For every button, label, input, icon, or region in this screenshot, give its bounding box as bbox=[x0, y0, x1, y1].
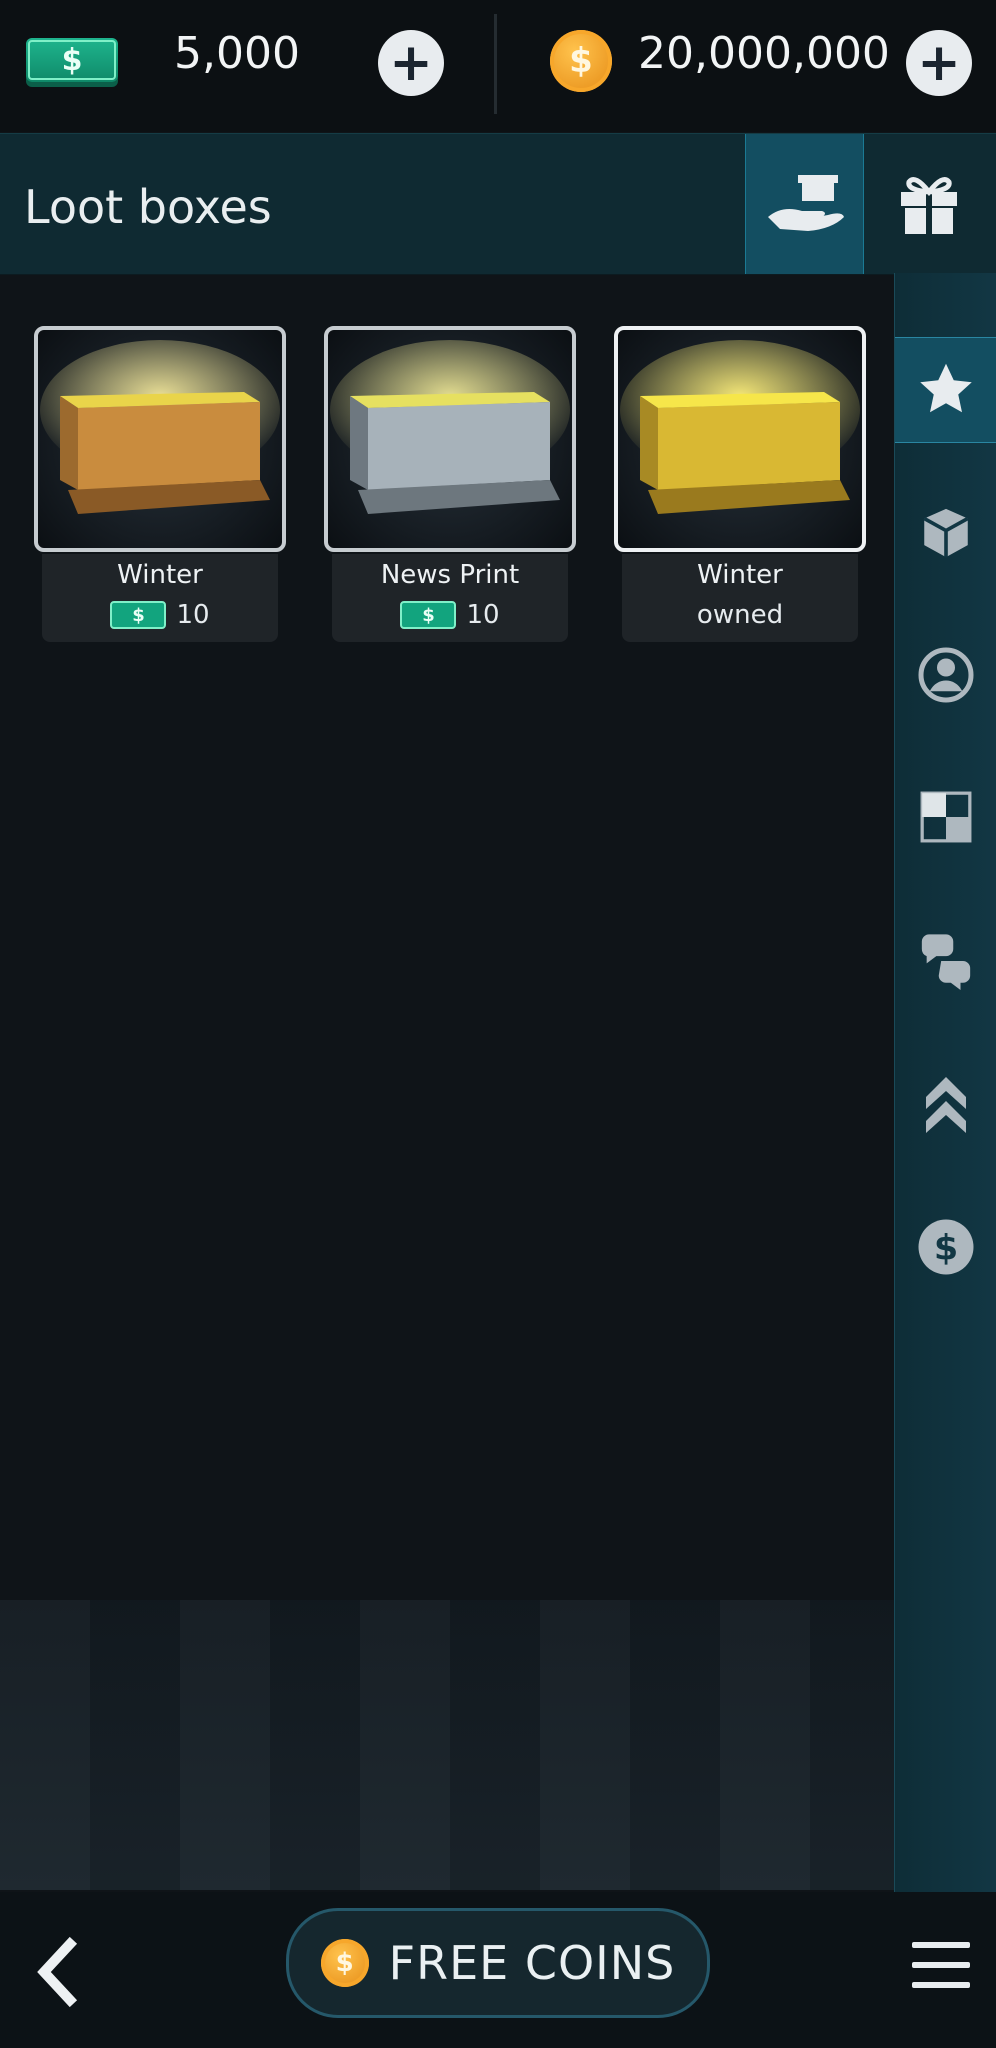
star-icon bbox=[920, 363, 972, 413]
rank-icon bbox=[926, 1077, 966, 1133]
svg-text:$: $ bbox=[934, 1229, 958, 1269]
cash-icon: $ bbox=[110, 601, 167, 629]
cash-icon: $ bbox=[26, 38, 118, 82]
lootbox-card[interactable]: Winter owned bbox=[614, 326, 866, 642]
rail-item-rank[interactable] bbox=[895, 1053, 996, 1157]
free-coins-button[interactable]: $ FREE COINS bbox=[286, 1908, 710, 2018]
add-coins-button[interactable]: + bbox=[906, 30, 972, 96]
cash-amount: 5,000 bbox=[174, 28, 300, 79]
title-bar: Loot boxes bbox=[0, 133, 996, 275]
lootbox-image bbox=[324, 326, 576, 552]
lootbox-card[interactable]: News Print $ 10 bbox=[324, 326, 576, 642]
cash-icon: $ bbox=[400, 601, 457, 629]
profile-icon bbox=[918, 647, 974, 703]
give-box-button[interactable] bbox=[745, 134, 864, 274]
menu-button[interactable] bbox=[912, 1942, 970, 1988]
lootbox-image bbox=[614, 326, 866, 552]
divider bbox=[494, 14, 497, 114]
rail-item-profile[interactable] bbox=[895, 623, 996, 727]
box-icon bbox=[923, 508, 969, 558]
currency-bar: $ 5,000 + $ 20,000,000 + bbox=[0, 0, 996, 132]
coin-icon: $ bbox=[320, 1939, 369, 1987]
hamburger-icon bbox=[912, 1942, 970, 1948]
owned-label: owned bbox=[696, 600, 784, 630]
rail-item-boards[interactable] bbox=[895, 765, 996, 869]
page-title: Loot boxes bbox=[24, 180, 272, 234]
coin-icon: $ bbox=[550, 30, 612, 92]
free-coins-label: FREE COINS bbox=[388, 1936, 676, 1990]
lootbox-price: $ 10 bbox=[42, 600, 278, 630]
lootbox-price: $ 10 bbox=[332, 600, 568, 630]
rail-item-boxes[interactable] bbox=[895, 481, 996, 585]
coin-amount: 20,000,000 bbox=[638, 28, 890, 79]
rail-item-store[interactable]: $ bbox=[895, 1195, 996, 1299]
lootbox-info: Winter owned bbox=[622, 554, 858, 642]
rail-item-featured[interactable] bbox=[895, 337, 996, 443]
lootbox-image bbox=[34, 326, 286, 552]
hand-box-icon bbox=[767, 175, 844, 231]
lootbox-card[interactable]: Winter $ 10 bbox=[34, 326, 286, 642]
back-button[interactable] bbox=[26, 1932, 86, 2012]
bottom-bar: $ FREE COINS bbox=[0, 1892, 996, 2048]
gift-icon bbox=[901, 177, 957, 234]
chat-icon bbox=[921, 934, 971, 990]
dollar-icon: $ bbox=[918, 1219, 974, 1275]
board-icon bbox=[920, 791, 972, 843]
gift-button[interactable] bbox=[862, 134, 996, 274]
lootbox-info: News Print $ 10 bbox=[332, 554, 568, 642]
chevron-left-icon bbox=[37, 1936, 78, 2008]
category-rail: $ bbox=[894, 273, 996, 1893]
lootbox-info: Winter $ 10 bbox=[42, 554, 278, 642]
rail-item-chat[interactable] bbox=[895, 909, 996, 1013]
add-cash-button[interactable]: + bbox=[378, 30, 444, 96]
floor-background bbox=[0, 1600, 894, 1890]
